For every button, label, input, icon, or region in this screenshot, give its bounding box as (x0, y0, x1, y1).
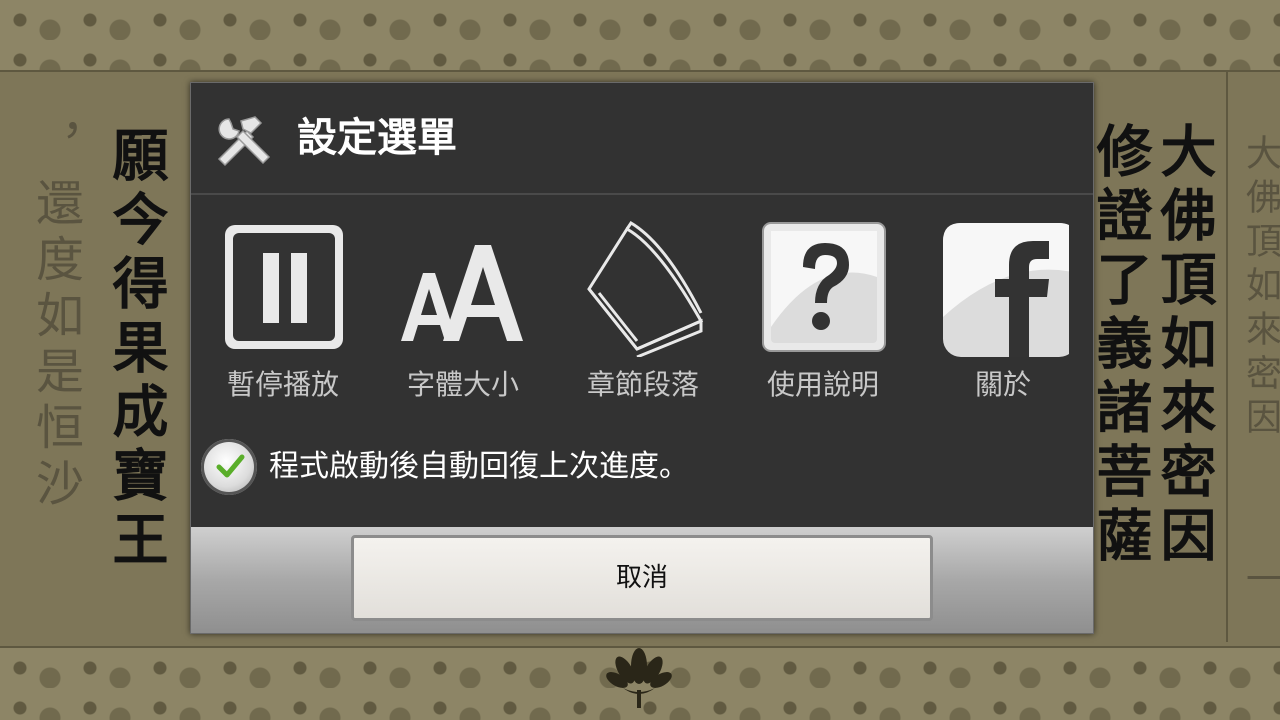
menu-item-label: 暫停播放 (226, 368, 339, 401)
scripture-column: ，還度如是恒沙 (27, 122, 83, 514)
dialog-footer: 取消 (191, 527, 1093, 633)
about-button[interactable]: 關於 (923, 211, 1083, 411)
help-icon (762, 222, 886, 352)
checkbox-circle[interactable] (201, 439, 257, 495)
dialog-header: 設定選單 (191, 83, 1093, 195)
dialog-title: 設定選單 (297, 115, 457, 161)
cancel-button[interactable]: 取消 (351, 535, 933, 621)
facebook-icon (943, 223, 1069, 357)
menu-item-label: 使用說明 (766, 368, 879, 401)
font-size-icon (401, 245, 523, 341)
lotus-icon (606, 648, 672, 708)
settings-dialog: 設定選單 暫停播放 字體大小 章節段落 使用說明 關於 程式啟動後自動回復上次進… (190, 82, 1094, 634)
book-icon (587, 220, 704, 357)
menu-item-label: 章節段落 (586, 368, 699, 401)
checkmark-icon (216, 454, 245, 478)
tools-icon (217, 116, 271, 167)
help-button[interactable]: 使用說明 (743, 211, 903, 411)
scripture-heading-column: 大佛頂如來密因 (1240, 134, 1280, 442)
font-size-button[interactable]: 字體大小 (383, 211, 543, 411)
menu-item-label: 關於 (974, 368, 1031, 401)
page-rule-right (1226, 72, 1228, 642)
pause-playback-button[interactable]: 暫停播放 (203, 211, 363, 411)
resume-progress-checkbox[interactable]: 程式啟動後自動回復上次進度。 (201, 439, 901, 495)
chapters-button[interactable]: 章節段落 (563, 211, 723, 411)
checkbox-label: 程式啟動後自動回復上次進度。 (269, 449, 689, 484)
scripture-page-number: 一 (1240, 560, 1280, 604)
ornamental-border-top (0, 0, 1280, 72)
scripture-column: 願今得果成寶王 (103, 126, 169, 574)
menu-item-label: 字體大小 (406, 368, 519, 401)
page-rule-top (0, 70, 1280, 72)
pause-icon (225, 225, 343, 349)
